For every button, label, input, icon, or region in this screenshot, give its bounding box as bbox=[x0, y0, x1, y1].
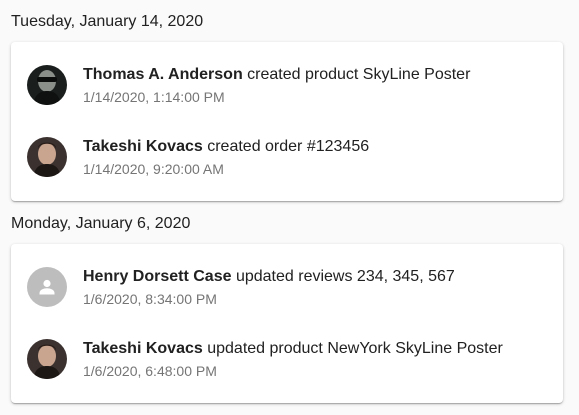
event-timestamp: 1/14/2020, 1:14:00 PM bbox=[83, 89, 225, 105]
avatar-photo bbox=[27, 65, 67, 105]
event-action: updated product NewYork SkyLine Poster bbox=[207, 340, 503, 357]
date-heading: Monday, January 6, 2020 bbox=[11, 215, 191, 232]
event-timestamp: 1/6/2020, 6:48:00 PM bbox=[83, 363, 217, 379]
event-item[interactable]: Henry Dorsett Case updated reviews 234, … bbox=[11, 257, 563, 317]
avatar-photo bbox=[27, 137, 67, 177]
event-action: created product SkyLine Poster bbox=[247, 66, 471, 83]
date-heading: Tuesday, January 14, 2020 bbox=[11, 13, 204, 30]
avatar bbox=[27, 339, 67, 379]
events-card: Thomas A. Anderson created product SkyLi… bbox=[11, 42, 563, 201]
avatar bbox=[27, 137, 67, 177]
actor-name[interactable]: Henry Dorsett Case bbox=[83, 268, 232, 285]
event-item[interactable]: Takeshi Kovacs created order #123456 1/1… bbox=[11, 127, 563, 187]
event-item[interactable]: Thomas A. Anderson created product SkyLi… bbox=[11, 55, 563, 115]
actor-name[interactable]: Thomas A. Anderson bbox=[83, 66, 243, 83]
event-item[interactable]: Takeshi Kovacs updated product NewYork S… bbox=[11, 329, 563, 389]
event-action: updated reviews 234, 345, 567 bbox=[235, 268, 455, 285]
actor-name[interactable]: Takeshi Kovacs bbox=[83, 138, 203, 155]
avatar-photo bbox=[27, 339, 67, 379]
event-timestamp: 1/6/2020, 8:34:00 PM bbox=[83, 291, 217, 307]
event-action: created order #123456 bbox=[207, 138, 370, 155]
avatar bbox=[27, 267, 67, 307]
person-placeholder-icon bbox=[27, 267, 67, 307]
actor-name[interactable]: Takeshi Kovacs bbox=[83, 340, 203, 357]
event-timestamp: 1/14/2020, 9:20:00 AM bbox=[83, 161, 224, 177]
events-card: Henry Dorsett Case updated reviews 234, … bbox=[11, 244, 563, 403]
avatar bbox=[27, 65, 67, 105]
